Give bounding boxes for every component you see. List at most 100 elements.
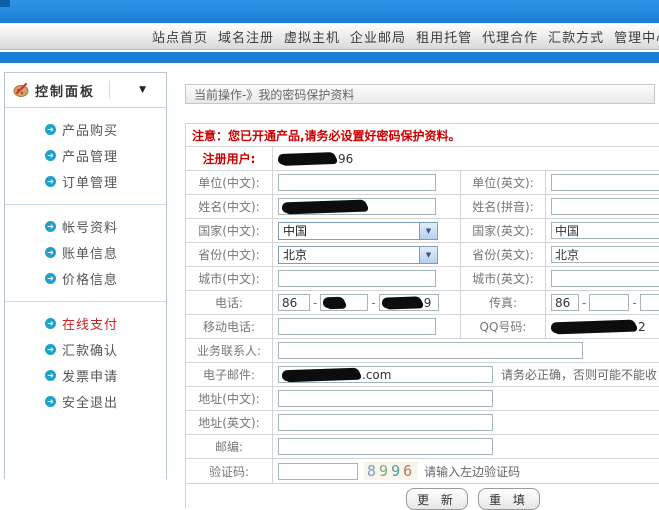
masked-suffix: 96 bbox=[338, 152, 353, 166]
arrow-bullet-icon: ➜ bbox=[45, 247, 56, 258]
email-note: 请务必正确，否则可能不能收 bbox=[501, 366, 657, 383]
sidebar-title: 控制面板 bbox=[35, 81, 95, 100]
phone-label: 电话: bbox=[186, 291, 273, 314]
name-row: 姓名(中文): 姓名(拼音): bbox=[185, 195, 659, 219]
phone-number-input[interactable]: 9 bbox=[379, 294, 439, 311]
city-cn-label: 城市(中文): bbox=[186, 267, 273, 290]
name-pinyin-label: 姓名(拼音): bbox=[461, 195, 546, 218]
sidebar-item-remit-confirm[interactable]: ➜ 汇款确认 bbox=[5, 336, 166, 362]
nav-item-remittance[interactable]: 汇款方式 bbox=[548, 27, 604, 46]
zip-label: 邮编: bbox=[186, 435, 273, 458]
sidebar-item-label: 安全退出 bbox=[62, 392, 118, 411]
email-input[interactable]: .com bbox=[278, 366, 493, 383]
sidebar-item-billing-info[interactable]: ➜ 账单信息 bbox=[5, 239, 166, 265]
sidebar-item-label: 帐号资料 bbox=[62, 217, 118, 236]
address-en-input[interactable] bbox=[278, 414, 493, 431]
update-button[interactable]: 更 新 bbox=[406, 488, 468, 510]
address-en-label: 地址(英文): bbox=[186, 411, 273, 434]
name-cn-input[interactable] bbox=[278, 198, 436, 215]
city-en-label: 城市(英文): bbox=[461, 267, 546, 290]
nav-item-hosting[interactable]: 租用托管 bbox=[416, 27, 472, 46]
nav-item-admin-center[interactable]: 管理中心 bbox=[614, 27, 659, 46]
sidebar-item-order-manage[interactable]: ➜ 订单管理 bbox=[5, 168, 166, 194]
province-cn-select[interactable]: 北京 ▼ bbox=[278, 246, 438, 264]
contact-input[interactable] bbox=[278, 342, 583, 359]
redaction-scribble bbox=[551, 320, 636, 334]
nav-item-site-home[interactable]: 站点首页 bbox=[152, 27, 208, 46]
phone-country-code-input[interactable] bbox=[278, 294, 310, 311]
captcha-input[interactable] bbox=[278, 463, 358, 480]
registered-user-value: 96 bbox=[273, 147, 659, 170]
captcha-image: 8996 bbox=[364, 462, 418, 480]
phone-area-input[interactable] bbox=[320, 294, 368, 311]
masked-suffix: 9 bbox=[424, 296, 432, 310]
address-cn-row: 地址(中文): bbox=[185, 387, 659, 411]
arrow-bullet-icon: ➜ bbox=[45, 221, 56, 232]
form-actions: 更 新 重 填 bbox=[185, 484, 659, 508]
province-cn-label: 省份(中文): bbox=[186, 243, 273, 266]
sidebar-item-invoice-apply[interactable]: ➜ 发票申请 bbox=[5, 362, 166, 388]
unit-cn-label: 单位(中文): bbox=[186, 171, 273, 194]
sidebar-item-online-payment[interactable]: ➜ 在线支付 bbox=[5, 310, 166, 336]
unit-cn-input[interactable] bbox=[278, 174, 436, 191]
name-pinyin-input[interactable] bbox=[551, 198, 659, 215]
contact-label: 业务联系人: bbox=[186, 339, 273, 362]
dash: - bbox=[371, 296, 375, 310]
registered-user-row: 注册用户: 96 bbox=[185, 147, 659, 171]
arrow-bullet-icon: ➜ bbox=[45, 344, 56, 355]
unit-en-input[interactable] bbox=[551, 174, 659, 191]
mobile-label: 移动电话: bbox=[186, 315, 273, 338]
redaction-scribble bbox=[382, 296, 422, 308]
sidebar-group-products: ➜ 产品购买 ➜ 产品管理 ➜ 订单管理 bbox=[5, 108, 166, 204]
nav-item-agent[interactable]: 代理合作 bbox=[482, 27, 538, 46]
sidebar-collapse-arrow-icon[interactable]: ▼ bbox=[139, 85, 146, 95]
contact-row: 业务联系人: bbox=[185, 339, 659, 363]
address-cn-label: 地址(中文): bbox=[186, 387, 273, 410]
province-en-label: 省份(英文): bbox=[461, 243, 546, 266]
sidebar-item-product-manage[interactable]: ➜ 产品管理 bbox=[5, 142, 166, 168]
fax-area-input[interactable] bbox=[589, 294, 629, 311]
sidebar-item-account-info[interactable]: ➜ 帐号资料 bbox=[5, 213, 166, 239]
qq-value: 2 bbox=[546, 315, 659, 338]
sidebar-item-price-info[interactable]: ➜ 价格信息 bbox=[5, 265, 166, 291]
email-row: 电子邮件: .com 请务必正确，否则可能不能收 bbox=[185, 363, 659, 387]
arrow-bullet-icon: ➜ bbox=[45, 370, 56, 381]
unit-en-label: 单位(英文): bbox=[461, 171, 546, 194]
masked-suffix: .com bbox=[362, 368, 391, 382]
reset-button[interactable]: 重 填 bbox=[478, 488, 540, 510]
main-nav: 站点首页 域名注册 虚拟主机 企业邮局 租用托管 代理合作 汇款方式 管理中心 bbox=[0, 23, 659, 50]
dash: - bbox=[632, 296, 636, 310]
fax-number-input[interactable] bbox=[640, 294, 659, 311]
sidebar-item-label: 账单信息 bbox=[62, 243, 118, 262]
zip-input[interactable] bbox=[278, 438, 493, 455]
sidebar-item-label: 在线支付 bbox=[62, 314, 118, 333]
nav-item-enterprise-mail[interactable]: 企业邮局 bbox=[350, 27, 406, 46]
name-cn-label: 姓名(中文): bbox=[186, 195, 273, 218]
breadcrumb-text: 当前操作-》我的密码保护资料 bbox=[194, 86, 354, 103]
sidebar-item-label: 产品管理 bbox=[62, 146, 118, 165]
unit-row: 单位(中文): 单位(英文): bbox=[185, 171, 659, 195]
sidebar-header: 控制面板 ▼ bbox=[5, 73, 166, 108]
mobile-input[interactable] bbox=[278, 318, 436, 335]
address-cn-input[interactable] bbox=[278, 390, 493, 407]
nav-item-domain-reg[interactable]: 域名注册 bbox=[218, 27, 274, 46]
sidebar-item-product-purchase[interactable]: ➜ 产品购买 bbox=[5, 116, 166, 142]
province-en-input[interactable] bbox=[551, 246, 659, 263]
captcha-digit: 8 bbox=[367, 462, 379, 480]
select-value: 中国 bbox=[279, 222, 419, 239]
sidebar-header-divider bbox=[109, 81, 110, 99]
province-row: 省份(中文): 北京 ▼ 省份(英文): bbox=[185, 243, 659, 267]
fax-country-code-input[interactable] bbox=[551, 294, 579, 311]
arrow-bullet-icon: ➜ bbox=[45, 124, 56, 135]
email-label: 电子邮件: bbox=[186, 363, 273, 386]
country-cn-select[interactable]: 中国 ▼ bbox=[278, 222, 438, 240]
city-cn-input[interactable] bbox=[278, 270, 436, 287]
city-en-input[interactable] bbox=[551, 270, 659, 287]
captcha-row: 验证码: 8996 请输入左边验证码 bbox=[185, 459, 659, 484]
nav-underline-bar bbox=[0, 51, 659, 63]
select-arrow-icon: ▼ bbox=[419, 223, 437, 239]
country-en-input[interactable] bbox=[551, 222, 659, 239]
nav-item-virtual-host[interactable]: 虚拟主机 bbox=[284, 27, 340, 46]
sidebar-item-safe-logout[interactable]: ➜ 安全退出 bbox=[5, 388, 166, 414]
select-value: 北京 bbox=[279, 246, 419, 263]
